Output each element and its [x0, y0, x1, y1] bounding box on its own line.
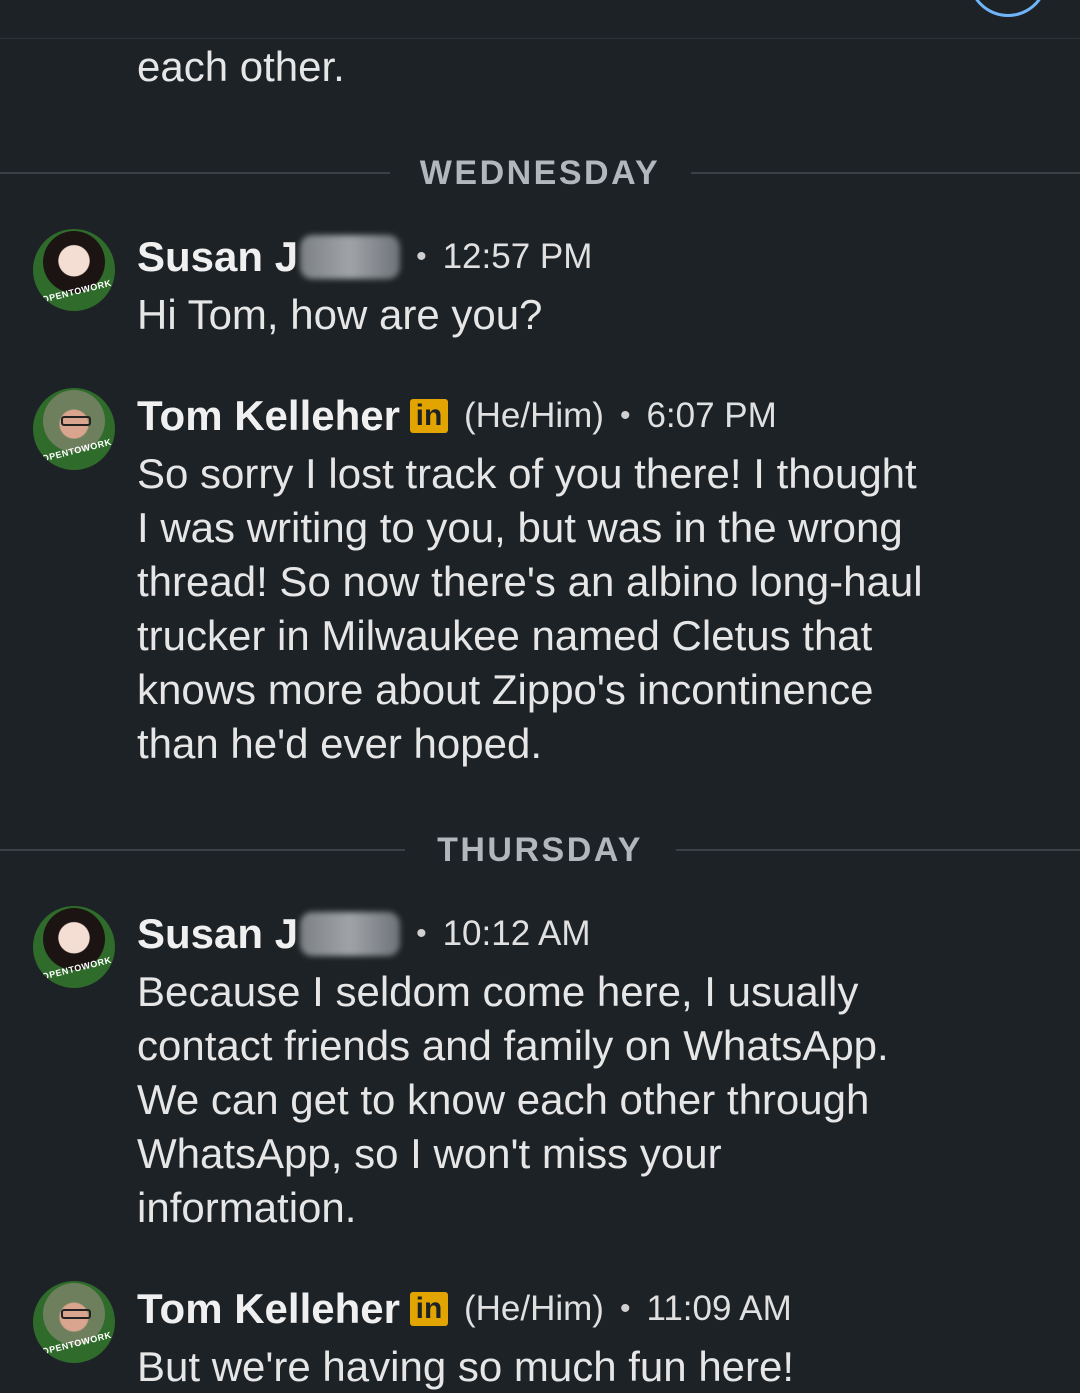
message-time: 10:12 AM [442, 914, 591, 953]
redacted-surname [300, 235, 401, 279]
sender-pronouns: (He/Him) [463, 1289, 604, 1328]
message-body: But we're having so much fun here! [137, 1340, 1037, 1393]
glasses-icon [61, 1309, 91, 1319]
message-line: So sorry I lost track of you there! I th… [137, 450, 917, 497]
separator-dot: • [619, 1292, 631, 1325]
message-header: Susan J • 10:12 AM [137, 906, 590, 962]
day-divider-wednesday: WEDNESDAY [0, 153, 1080, 193]
message-line: information. [137, 1184, 357, 1231]
day-label: THURSDAY [437, 831, 643, 869]
message-body: Hi Tom, how are you? [137, 288, 1037, 342]
message-header: Tom Kelleher in (He/Him) • 6:07 PM [137, 388, 777, 444]
day-label: WEDNESDAY [419, 154, 661, 192]
day-divider-thursday: THURSDAY [0, 830, 1080, 870]
profile-ring-icon[interactable] [968, 0, 1048, 17]
message-line: Hi Tom, how are you? [137, 291, 543, 338]
separator-dot: • [416, 917, 427, 950]
previous-message-text: each other. [137, 43, 345, 90]
separator-dot: • [619, 399, 631, 432]
sender-name[interactable]: Susan J [137, 233, 298, 281]
glasses-icon [61, 416, 91, 426]
linkedin-premium-icon: in [409, 399, 448, 433]
avatar[interactable]: #OPENTOWORK [33, 1281, 115, 1363]
message-body: Because I seldom come here, I usually co… [137, 965, 1037, 1235]
sender-pronouns: (He/Him) [463, 396, 604, 435]
avatar[interactable]: #OPENTOWORK [33, 229, 115, 311]
message-header: Susan J • 12:57 PM [137, 229, 592, 285]
message-line: than he'd ever hoped. [137, 720, 543, 767]
message-header: Tom Kelleher in (He/Him) • 11:09 AM [137, 1281, 792, 1337]
separator-dot: • [416, 240, 427, 273]
message-line: thread! So now there's an albino long-ha… [137, 558, 923, 605]
avatar[interactable]: #OPENTOWORK [33, 388, 115, 470]
sender-name[interactable]: Susan J [137, 910, 298, 958]
redacted-surname [300, 912, 401, 956]
message-line: We can get to know each other through [137, 1076, 870, 1123]
linkedin-premium-icon: in [409, 1292, 448, 1326]
message-time: 12:57 PM [442, 237, 593, 276]
sender-name[interactable]: Tom Kelleher [137, 392, 400, 440]
message-line: Because I seldom come here, I usually [137, 968, 859, 1015]
message-time: 11:09 AM [646, 1289, 792, 1328]
message-line: But we're having so much fun here! [137, 1343, 795, 1390]
message-line: knows more about Zippo's incontinence [137, 666, 874, 713]
message-line: I was writing to you, but was in the wro… [137, 504, 903, 551]
top-bar [0, 0, 1080, 39]
message-line: trucker in Milwaukee named Cletus that [137, 612, 873, 659]
avatar[interactable]: #OPENTOWORK [33, 906, 115, 988]
conversation-thread[interactable]: each other. WEDNESDAY #OPENTOWORK Susan … [0, 0, 1080, 1393]
sender-name[interactable]: Tom Kelleher [137, 1285, 400, 1333]
message-body: So sorry I lost track of you there! I th… [137, 447, 1037, 771]
message-time: 6:07 PM [646, 396, 777, 435]
message-line: contact friends and family on WhatsApp. [137, 1022, 889, 1069]
message-line: WhatsApp, so I won't miss your [137, 1130, 722, 1177]
